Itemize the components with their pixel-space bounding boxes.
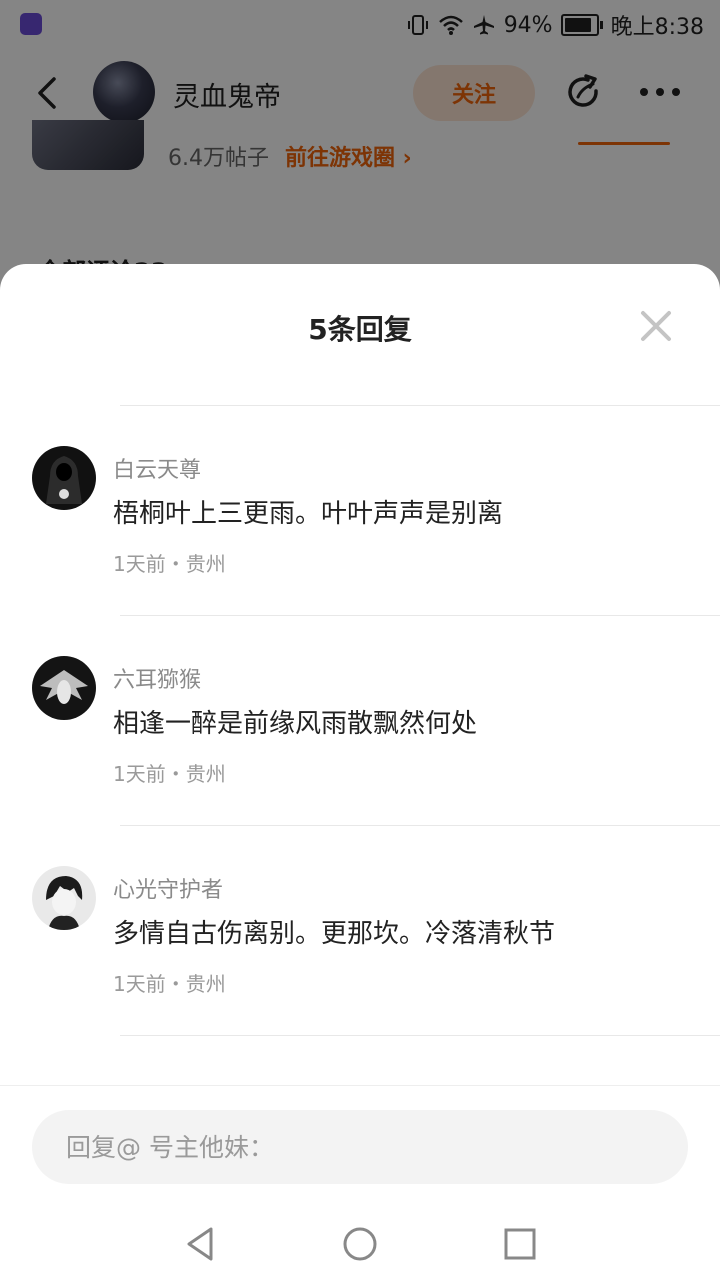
nav-back-icon[interactable]	[181, 1224, 221, 1264]
reply-username[interactable]: 白云天尊	[113, 452, 201, 484]
reply-meta: 1天前・贵州	[113, 552, 226, 576]
input-separator	[0, 1085, 720, 1086]
reply-text: 多情自古伤离别。更那坎。冷落清秋节	[113, 919, 556, 949]
reply-input[interactable]	[32, 1110, 688, 1184]
divider	[120, 1035, 720, 1036]
reply-meta: 1天前・贵州	[113, 762, 226, 786]
avatar[interactable]	[32, 656, 96, 720]
reply-meta: 1天前・贵州	[113, 972, 226, 996]
replies-sheet: 5条回复 白云天尊 梧桐叶上三更雨。叶叶声声是别离 1天前・贵州 六耳猕猴 相逢…	[0, 264, 720, 1280]
reply-text: 梧桐叶上三更雨。叶叶声声是别离	[113, 499, 504, 529]
avatar[interactable]	[32, 446, 96, 510]
reply-item[interactable]: 心光守护者 多情自古伤离别。更那坎。冷落清秋节 1天前・贵州	[0, 826, 720, 1036]
avatar[interactable]	[32, 866, 96, 930]
reply-text: 相逢一醉是前缘风雨散飘然何处	[113, 709, 478, 739]
close-icon[interactable]	[638, 308, 674, 344]
reply-item[interactable]: 白云天尊 梧桐叶上三更雨。叶叶声声是别离 1天前・贵州	[0, 406, 720, 616]
reply-item[interactable]: 六耳猕猴 相逢一醉是前缘风雨散飘然何处 1天前・贵州	[0, 616, 720, 826]
nav-recents-icon[interactable]	[500, 1224, 540, 1264]
nav-home-icon[interactable]	[340, 1224, 380, 1264]
reply-username[interactable]: 心光守护者	[113, 872, 223, 904]
system-nav-bar	[0, 1212, 720, 1280]
sheet-title: 5条回复	[308, 313, 412, 346]
reply-username[interactable]: 六耳猕猴	[113, 662, 201, 694]
